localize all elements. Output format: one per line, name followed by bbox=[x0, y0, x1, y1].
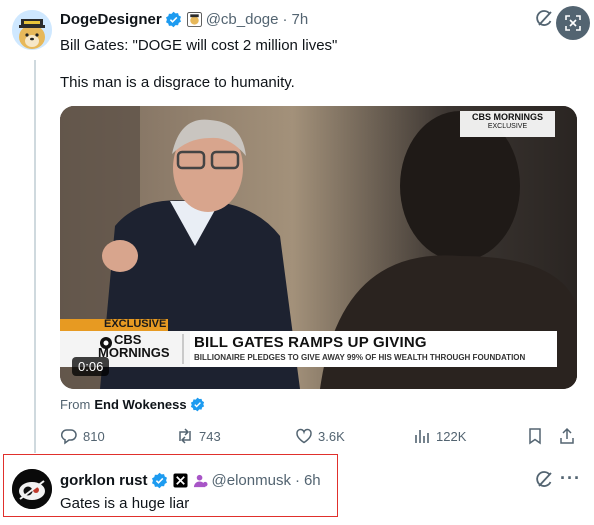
grok-icon[interactable] bbox=[534, 9, 554, 29]
bookmark-icon bbox=[529, 428, 541, 445]
grok-icon[interactable] bbox=[534, 470, 554, 490]
bookmark-button[interactable] bbox=[526, 427, 544, 445]
more-options-icon[interactable]: ··· bbox=[560, 468, 581, 489]
repost-icon bbox=[179, 428, 191, 444]
cbs-top-logo: CBS MORNINGS EXCLUSIVE bbox=[460, 112, 555, 130]
share-button[interactable] bbox=[558, 427, 576, 445]
repost-count: 743 bbox=[199, 428, 221, 444]
exclusive-tag: EXCLUSIVE bbox=[104, 318, 167, 330]
lower-third-headline: BILL GATES RAMPS UP GIVING bbox=[194, 334, 427, 351]
like-button[interactable]: 3.6K bbox=[295, 427, 345, 445]
tweet-text-line-2: This man is a disgrace to humanity. bbox=[60, 74, 295, 91]
separator-dot: · bbox=[294, 471, 300, 489]
heart-icon bbox=[296, 428, 312, 444]
media-attribution: From End Wokeness bbox=[60, 397, 205, 412]
reply-author-handle[interactable]: @elonmusk bbox=[212, 472, 291, 489]
like-count: 3.6K bbox=[318, 428, 345, 444]
author-name[interactable]: DogeDesigner bbox=[60, 11, 162, 28]
cbs-top-logo-sub: EXCLUSIVE bbox=[487, 123, 528, 130]
cbs-top-logo-text: CBS MORNINGS bbox=[471, 112, 543, 122]
tweet-video[interactable]: CBS MORNINGS EXCLUSIVE EXCLUSIVE CBS MOR… bbox=[60, 106, 577, 389]
views-icon bbox=[415, 430, 429, 443]
cbs-mornings-logo: CBS MORNINGS bbox=[98, 333, 170, 359]
view-count: 122K bbox=[436, 428, 467, 444]
reply-text: Gates is a huge liar bbox=[60, 495, 190, 512]
tweet-text-line-1: Bill Gates: "DOGE will cost 2 million li… bbox=[60, 37, 338, 54]
dogedesigner-avatar[interactable] bbox=[12, 10, 52, 50]
reply-author-name[interactable]: gorklon rust bbox=[60, 472, 148, 489]
expand-icon bbox=[565, 15, 581, 31]
tweet-time[interactable]: 7h bbox=[291, 11, 308, 28]
x-affiliate-badge-icon bbox=[172, 472, 188, 488]
affiliate-doge-badge-icon bbox=[186, 11, 202, 27]
views-button[interactable]: 122K bbox=[413, 427, 466, 445]
separator-dot: · bbox=[282, 10, 288, 28]
repost-button[interactable]: 743 bbox=[176, 427, 221, 445]
reply-count: 810 bbox=[83, 428, 105, 444]
reply-button[interactable]: 810 bbox=[60, 427, 105, 445]
lower-third-subheadline: BILLIONAIRE PLEDGES TO GIVE AWAY 99% OF … bbox=[194, 353, 526, 362]
gorklon-rust-avatar[interactable] bbox=[12, 469, 52, 509]
expand-media-button[interactable] bbox=[556, 6, 590, 40]
reply-time[interactable]: 6h bbox=[304, 472, 321, 489]
thread-connector-line bbox=[34, 60, 36, 453]
share-icon bbox=[560, 427, 574, 444]
from-prefix: From bbox=[60, 397, 91, 412]
verified-badge-icon bbox=[190, 397, 204, 412]
reply-header: gorklon rust @elonmusk · 6h bbox=[60, 470, 321, 490]
verified-badge-icon bbox=[151, 472, 167, 488]
verified-badge-icon bbox=[165, 11, 181, 27]
author-handle[interactable]: @cb_doge bbox=[206, 11, 279, 28]
government-badge-icon bbox=[193, 474, 208, 487]
video-duration: 0:06 bbox=[72, 357, 110, 376]
reply-icon bbox=[60, 429, 77, 445]
from-account[interactable]: End Wokeness bbox=[94, 397, 186, 412]
logo-line-2: MORNINGS bbox=[98, 345, 170, 360]
tweet-actions: 810 743 3.6K 122K bbox=[60, 427, 580, 447]
tweet-header: DogeDesigner @cb_doge · 7h bbox=[60, 9, 308, 29]
